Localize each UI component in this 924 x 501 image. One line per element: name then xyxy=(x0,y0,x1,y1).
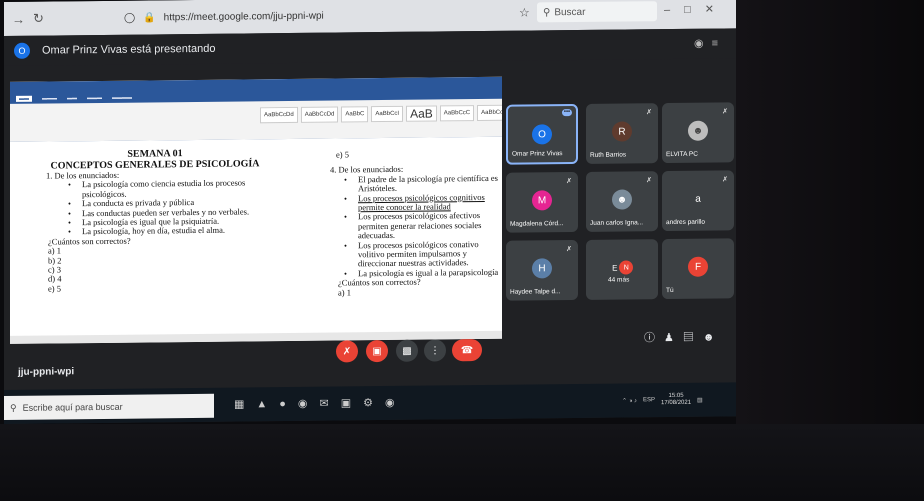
avatar: a xyxy=(688,188,708,209)
participant-name: Omar Prinz Vivas xyxy=(512,150,563,158)
avatar: R xyxy=(612,121,632,142)
present-button[interactable]: ▩ xyxy=(396,339,418,362)
lock-icon: 🔒 xyxy=(143,11,156,24)
participant-name: Haydee Talpe d... xyxy=(510,288,561,296)
presenter-avatar: O xyxy=(14,42,30,59)
system-tray[interactable]: ⌃ ◑ ♪ ESP 15:05 17/08/2021 ▤ xyxy=(622,393,703,408)
word-ribbon: ▬▬ ▬▬▬ ▬▬ ▬▬▬ ▬▬▬▬ AaBbCcDd AaBbCcDd AaBbC AaBb… xyxy=(10,76,502,142)
question-4: e) 5 4. De los enunciados: El padre de l… xyxy=(330,149,500,298)
question-1: SEMANA 01 CONCEPTOS GENERALES DE PSICOLO… xyxy=(30,147,280,294)
participant-tile[interactable]: ✗ M Magdalena Córd... xyxy=(506,171,578,233)
participant-name: Tú xyxy=(666,286,674,295)
list-item: Los procesos psicológicos conativo volit… xyxy=(358,239,500,269)
avatar: ☻ xyxy=(688,120,708,141)
ribbon-tabs: ▬▬ ▬▬▬ ▬▬ ▬▬▬ ▬▬▬▬ xyxy=(16,95,132,102)
more-vert-icon: ⋮ xyxy=(430,344,440,357)
avatar: M xyxy=(532,190,552,211)
participant-name: Ruth Barrios xyxy=(590,151,627,159)
q4-items: El padre de la psicología pre científica… xyxy=(330,173,500,279)
header-icons[interactable]: ◉≡ xyxy=(694,36,726,49)
search-icon: ⚲ xyxy=(543,6,551,18)
participant-name: 44 más xyxy=(608,276,630,284)
style-gallery: AaBbCcDd AaBbCcDd AaBbC AaBbCcI AaB AaBbCcC Aa… xyxy=(260,104,502,124)
search-icon: ⚲ xyxy=(10,402,17,413)
more-options-button[interactable]: ⋮ xyxy=(424,339,446,362)
mic-toggle-button[interactable]: ✗ xyxy=(336,340,358,363)
presented-document: ▬▬ ▬▬▬ ▬▬ ▬▬▬ ▬▬▬▬ AaBbCcDd AaBbCcDd AaBbC AaBb… xyxy=(10,76,502,344)
mic-off-icon: ✗ xyxy=(722,108,728,116)
monitor-screen: → ↻ ◯ 🔒 https://meet.google.com/jju-ppni… xyxy=(4,0,736,425)
meet-presenting-bar: O Omar Prinz Vivas está presentando ◉≡ xyxy=(4,28,736,66)
taskbar-apps[interactable]: ▦▲●◉✉▣⚙◉ xyxy=(234,396,407,411)
tray-icons: ⌃ ◑ ♪ xyxy=(622,397,637,405)
notification-icon[interactable]: ▤ xyxy=(697,396,703,403)
mic-off-icon: ✗ xyxy=(566,178,572,186)
participant-name: andres parillo xyxy=(666,218,706,227)
option: e) 5 xyxy=(336,149,349,160)
mic-off-icon: ✗ xyxy=(566,246,572,254)
profile-photo-icon: ☻ xyxy=(692,125,704,137)
option: e) 5 xyxy=(48,283,61,294)
participant-name: Juan carlos Igna... xyxy=(590,219,644,227)
present-screen-icon: ▩ xyxy=(402,345,412,357)
ribbon-tools: AaBbCcDd AaBbCcDd AaBbC AaBbCcI AaB AaBbCcC Aa… xyxy=(10,98,502,142)
desk-background xyxy=(0,424,924,501)
clock: 15:05 17/08/2021 xyxy=(661,392,692,407)
presenting-label: Omar Prinz Vivas está presentando xyxy=(42,42,216,57)
mic-off-icon: ✗ xyxy=(342,345,352,357)
shield-icon: ◯ xyxy=(124,12,136,24)
self-tile[interactable]: F Tú xyxy=(662,238,734,300)
participant-tile[interactable]: ✗ ☻ Juan carlos Igna... xyxy=(586,171,658,232)
participant-name: ELVITA PC xyxy=(666,150,698,159)
avatar: H xyxy=(532,258,552,279)
profile-photo-icon: ☻ xyxy=(616,193,628,206)
avatar: O xyxy=(532,124,552,145)
browser-search-box[interactable]: ⚲ Buscar xyxy=(537,1,657,23)
participant-tile[interactable]: ✗ H Haydee Talpe d... xyxy=(506,239,578,301)
window-controls[interactable]: –□✕ xyxy=(664,2,728,16)
back-icon[interactable]: → xyxy=(12,11,25,26)
meet-side-icons[interactable]: ⓘ♟▤☻ xyxy=(644,328,723,345)
bookmark-star-icon[interactable]: ☆ xyxy=(519,5,530,19)
list-item: El padre de la psicología pre científica… xyxy=(358,173,500,194)
meeting-code: jju-ppni-wpi xyxy=(18,366,75,378)
reload-icon[interactable]: ↻ xyxy=(33,11,44,27)
avatar: ☻ xyxy=(612,189,632,210)
leave-call-button[interactable]: ☎ xyxy=(452,338,482,362)
mic-off-icon: ✗ xyxy=(646,109,652,117)
participant-tile[interactable]: ••• O Omar Prinz Vivas xyxy=(506,103,578,165)
language-indicator: ESP xyxy=(643,397,656,404)
camera-off-icon: ▣ xyxy=(372,345,382,357)
hang-up-icon: ☎ xyxy=(460,344,474,356)
q1-items: La psicología como ciencia estudia los p… xyxy=(30,178,280,238)
mic-off-icon: ✗ xyxy=(646,177,652,185)
windows-taskbar: ⚲ Escribe aquí para buscar ▦▲●◉✉▣⚙◉ ⌃ ◑ … xyxy=(4,382,736,424)
mic-off-icon: ✗ xyxy=(722,176,728,184)
participant-tile[interactable]: ✗ a andres parillo xyxy=(662,170,734,232)
avatar: F xyxy=(688,256,708,277)
url-text: https://meet.google.com/jju-ppni-wpi xyxy=(163,10,324,23)
participant-tile[interactable]: ✗ ☻ ELVITA PC xyxy=(662,102,734,164)
taskbar-search[interactable]: ⚲ Escribe aquí para buscar xyxy=(4,393,214,420)
address-bar[interactable]: ◯ 🔒 https://meet.google.com/jju-ppni-wpi xyxy=(124,3,504,29)
list-item: La psicología es igual a la parapsicolog… xyxy=(358,267,500,279)
more-options-icon[interactable]: ••• xyxy=(562,109,572,117)
list-item: La psicología como ciencia estudia los p… xyxy=(82,178,280,200)
list-item: Los procesos psicológicos afectivos perm… xyxy=(358,210,500,241)
overflow-participants-tile[interactable]: E N 44 más xyxy=(586,239,658,300)
document-page: SEMANA 01 CONCEPTOS GENERALES DE PSICOLO… xyxy=(20,137,498,336)
option: a) 1 xyxy=(338,287,351,298)
participant-name: Magdalena Córd... xyxy=(510,220,564,228)
camera-toggle-button[interactable]: ▣ xyxy=(366,339,388,363)
avatar: N xyxy=(619,260,634,275)
participant-tile[interactable]: ✗ R Ruth Barrios xyxy=(586,103,658,164)
